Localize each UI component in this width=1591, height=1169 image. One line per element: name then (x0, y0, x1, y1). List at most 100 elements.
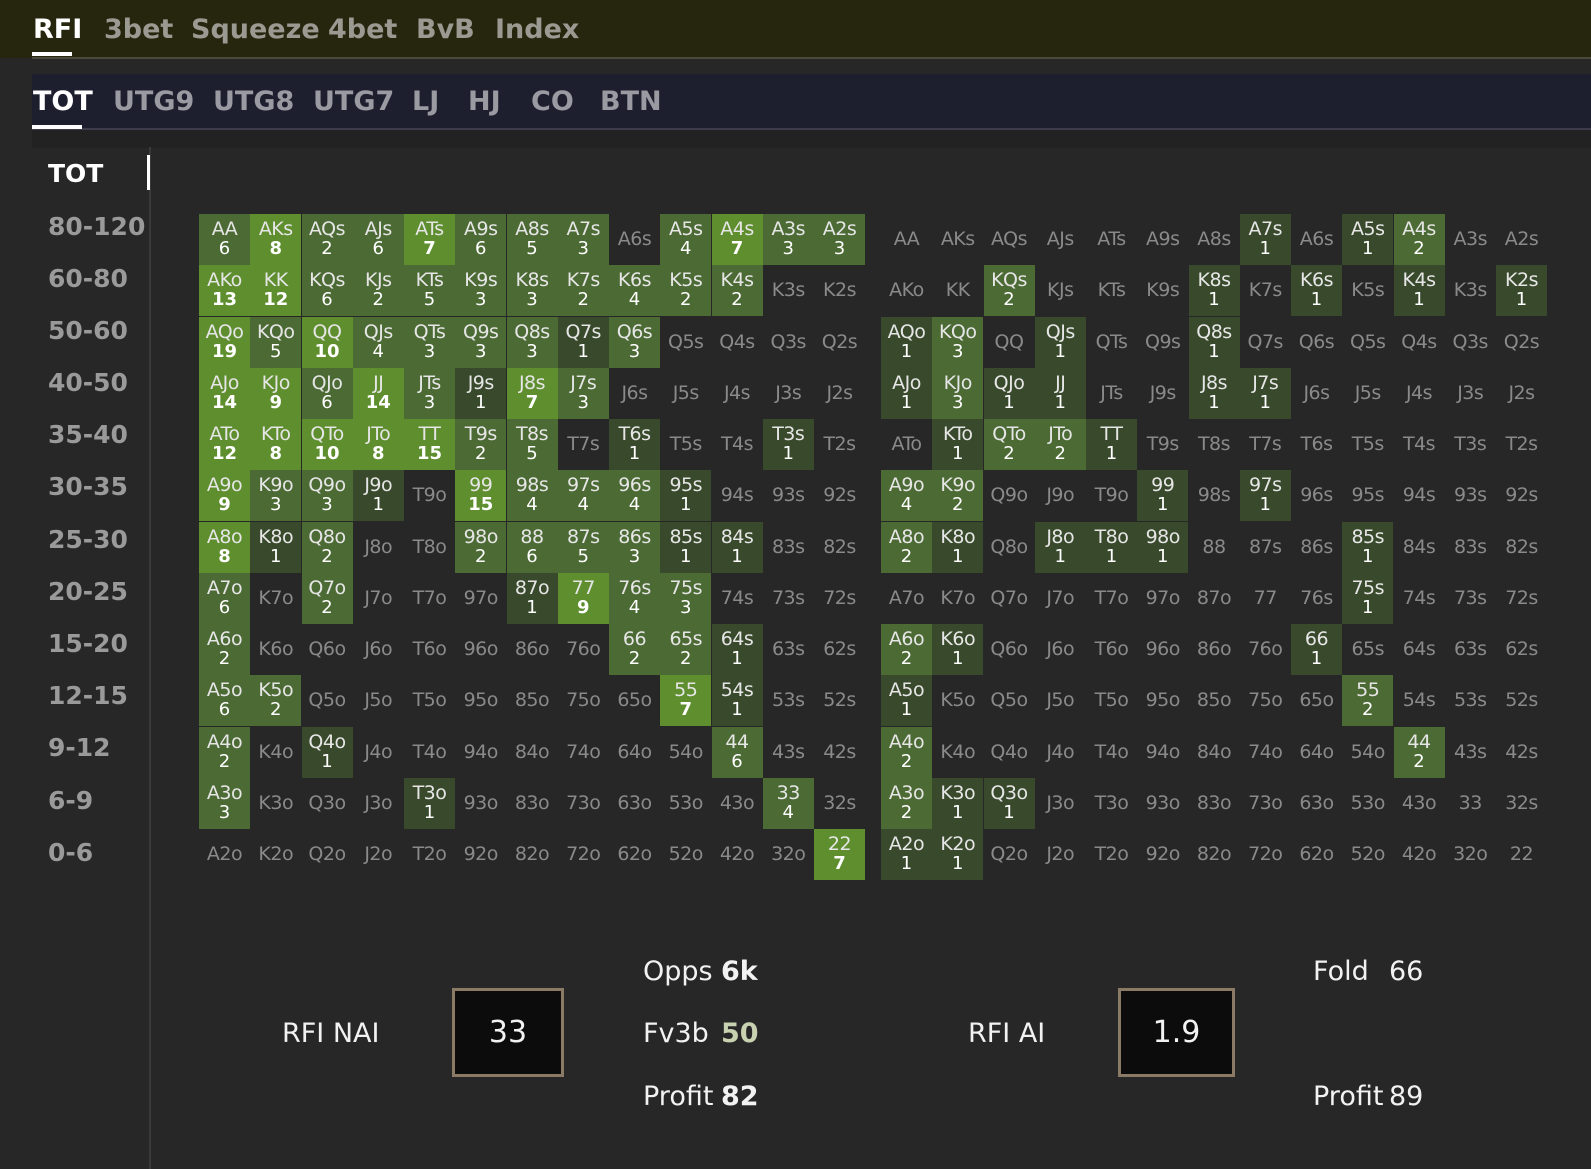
hand-cell[interactable]: J2o (1035, 829, 1086, 880)
hand-cell[interactable]: K6o (250, 624, 301, 675)
hand-cell[interactable]: A3o 2 (881, 777, 932, 829)
hand-cell[interactable]: Q8o 2 (301, 521, 353, 573)
hand-cell[interactable]: Q3o (302, 778, 353, 829)
hand-cell[interactable]: 96o (455, 624, 506, 675)
hand-cell[interactable]: K7o (250, 573, 301, 624)
hand-cell[interactable]: A5o 6 (199, 675, 250, 727)
hand-cell[interactable]: K4o (932, 727, 983, 778)
hand-cell[interactable]: Q4s (1394, 317, 1445, 368)
tab-rfi[interactable]: RFI (33, 14, 82, 45)
hand-cell[interactable]: 64o (1291, 727, 1342, 778)
position-tab-hj[interactable]: HJ (468, 86, 501, 117)
hand-cell[interactable]: T5s (1342, 419, 1393, 470)
stack-range-30-35[interactable]: 30-35 (48, 472, 128, 501)
hand-cell[interactable]: KJs 2 (352, 265, 404, 317)
hand-cell[interactable]: J8s 7 (506, 367, 558, 419)
hand-cell[interactable]: 52s (1496, 675, 1547, 726)
hand-cell[interactable]: 76o (1240, 624, 1291, 675)
hand-cell[interactable]: T7s (558, 419, 609, 470)
hand-cell[interactable]: Q4o 1 (301, 726, 353, 778)
hand-cell[interactable]: 74s (1394, 573, 1445, 624)
hand-cell[interactable]: AKo (881, 265, 932, 316)
hand-cell[interactable]: T4s (712, 419, 763, 470)
hand-cell[interactable]: 66 2 (609, 624, 660, 675)
hand-cell[interactable]: 93s (763, 470, 814, 521)
hand-cell[interactable]: J3s (763, 368, 814, 419)
hand-cell[interactable]: A3s (1445, 214, 1496, 265)
hand-cell[interactable]: T3o 1 (404, 777, 455, 829)
hand-cell[interactable]: KQs 2 (983, 265, 1035, 317)
hand-cell[interactable]: K4s 2 (711, 265, 763, 317)
hand-cell[interactable]: 73o (1240, 778, 1291, 829)
stack-range-15-20[interactable]: 15-20 (48, 629, 128, 658)
hand-cell[interactable]: ATo (881, 419, 932, 470)
hand-cell[interactable]: 32s (1496, 778, 1547, 829)
hand-cell[interactable]: J9s (1137, 368, 1188, 419)
hand-cell[interactable]: 97o (1137, 573, 1188, 624)
hand-cell[interactable]: T2o (404, 829, 455, 880)
hand-cell[interactable]: J6o (353, 624, 404, 675)
hand-cell[interactable]: KTo 8 (250, 419, 302, 470)
hand-cell[interactable]: 32o (1445, 829, 1496, 880)
hand-cell[interactable]: A6o 2 (881, 624, 932, 675)
hand-cell[interactable]: A2s 3 (814, 214, 865, 265)
hand-cell[interactable]: QQ 10 (301, 316, 353, 368)
hand-cell[interactable]: J9o 1 (352, 470, 404, 522)
hand-cell[interactable]: A7o (881, 573, 932, 624)
hand-cell[interactable]: T9s (1137, 419, 1188, 470)
hand-cell[interactable]: ATs (1086, 214, 1137, 265)
hand-cell[interactable]: A6s (609, 214, 660, 265)
hand-cell[interactable]: KJo 9 (250, 367, 302, 419)
stack-range-0-6[interactable]: 0-6 (48, 838, 93, 867)
hand-cell[interactable]: 88 (1189, 522, 1240, 573)
hand-cell[interactable]: 77 9 (557, 572, 609, 624)
hand-cell[interactable]: Q9s 3 (455, 316, 507, 368)
hand-cell[interactable]: 64s 1 (711, 624, 763, 675)
hand-cell[interactable]: A4s 7 (711, 214, 763, 265)
hand-cell[interactable]: K7o (932, 573, 983, 624)
hand-cell[interactable]: K2s (814, 265, 865, 316)
hand-cell[interactable]: 95s 1 (660, 470, 712, 522)
hand-cell[interactable]: 52o (1342, 829, 1393, 880)
hand-cell[interactable]: J5s (660, 368, 711, 419)
hand-cell[interactable]: A8o 2 (881, 521, 932, 573)
hand-cell[interactable]: 65o (609, 675, 660, 726)
hand-cell[interactable]: 95o (455, 675, 506, 726)
hand-cell[interactable]: T8o (404, 522, 455, 573)
hand-cell[interactable]: 86o (507, 624, 558, 675)
hand-cell[interactable]: 85o (1189, 675, 1240, 726)
hand-cell[interactable]: TT 15 (404, 419, 455, 470)
hand-cell[interactable]: 87o 1 (506, 572, 558, 624)
hand-cell[interactable]: Q5s (660, 317, 711, 368)
hand-cell[interactable]: J9s 1 (455, 367, 507, 419)
hand-cell[interactable]: Q6s 3 (609, 316, 660, 368)
hand-cell[interactable]: J5o (353, 675, 404, 726)
hand-cell[interactable]: 76s (1291, 573, 1342, 624)
hand-cell[interactable]: 43s (763, 727, 814, 778)
hand-cell[interactable]: Q6o (984, 624, 1035, 675)
hand-cell[interactable]: T5o (1086, 675, 1137, 726)
hand-cell[interactable]: 53o (660, 778, 711, 829)
hand-cell[interactable]: 96s (1291, 470, 1342, 521)
hand-cell[interactable]: 99 1 (1137, 470, 1189, 522)
tab-bvb[interactable]: BvB (416, 14, 475, 45)
hand-cell[interactable]: J5s (1342, 368, 1393, 419)
position-tab-utg7[interactable]: UTG7 (313, 86, 394, 117)
hand-cell[interactable]: AQo 1 (881, 316, 932, 368)
hand-cell[interactable]: 43o (1394, 778, 1445, 829)
hand-cell[interactable]: 72s (814, 573, 865, 624)
hand-cell[interactable]: Q6o (302, 624, 353, 675)
hand-cell[interactable]: JJ 14 (352, 367, 404, 419)
hand-cell[interactable]: 65o (1291, 675, 1342, 726)
stack-range-50-60[interactable]: 50-60 (48, 316, 128, 345)
hand-cell[interactable]: QJo 1 (983, 367, 1035, 419)
hand-cell[interactable]: T5o (404, 675, 455, 726)
hand-cell[interactable]: 33 4 (762, 777, 814, 829)
hand-cell[interactable]: J4s (1394, 368, 1445, 419)
hand-cell[interactable]: T3s 1 (762, 419, 814, 470)
hand-cell[interactable]: 62o (1291, 829, 1342, 880)
hand-cell[interactable]: 85o (507, 675, 558, 726)
hand-cell[interactable]: 66 1 (1291, 624, 1342, 675)
hand-cell[interactable]: Q3s (763, 317, 814, 368)
hand-cell[interactable]: QTs (1086, 317, 1137, 368)
